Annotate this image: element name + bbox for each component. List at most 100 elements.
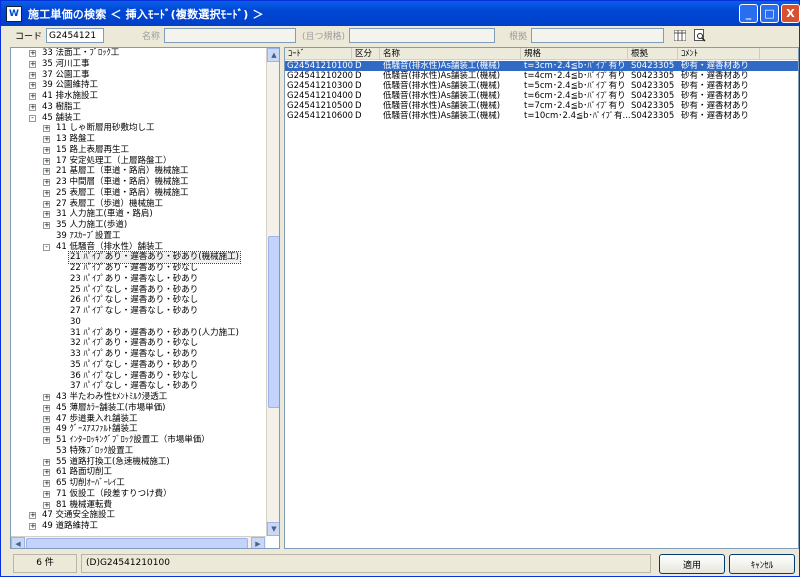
expand-icon[interactable]: +: [43, 157, 50, 165]
tree-scroll-thumb[interactable]: [268, 236, 279, 408]
expand-icon[interactable]: +: [43, 125, 50, 133]
expand-icon[interactable]: +: [43, 426, 50, 434]
results-list[interactable]: ｺｰﾄﾞ 区分 名称 規格 根拠 ｺﾒﾝﾄ G24541210100 D 低騒音(排…: [284, 47, 799, 549]
column-header-basis[interactable]: 根拠: [628, 48, 678, 60]
tree-item-label: 30: [70, 316, 81, 327]
tree-item-label: 35 河川工事: [42, 58, 90, 69]
tree-vertical-scrollbar[interactable]: ▲ ▼: [266, 48, 279, 536]
name-label: 名称: [142, 32, 161, 42]
expand-icon[interactable]: +: [29, 523, 36, 530]
minimize-button[interactable]: _: [739, 4, 758, 23]
expand-icon[interactable]: +: [43, 458, 50, 466]
table-cell: G24541210500: [287, 101, 353, 111]
expand-icon[interactable]: +: [43, 490, 50, 498]
search-toolbar: コード 名称 (且つ規格) 根拠: [3, 26, 799, 45]
column-header-name[interactable]: 名称: [380, 48, 521, 60]
table-cell: 砂有・遅香材あり: [681, 111, 750, 121]
column-header-comment[interactable]: ｺﾒﾝﾄ: [678, 48, 760, 60]
expand-icon[interactable]: +: [29, 103, 36, 111]
collapse-icon[interactable]: -: [29, 114, 36, 122]
spec-input[interactable]: [349, 28, 496, 43]
tree-item-label: 13 路盤工: [56, 134, 96, 144]
column-settings-icon[interactable]: [672, 28, 688, 43]
cancel-button[interactable]: ｷｬﾝｾﾙ: [729, 554, 795, 574]
tree-hscroll-thumb[interactable]: [26, 538, 248, 548]
basis-input[interactable]: [531, 28, 665, 43]
close-button[interactable]: X: [781, 4, 800, 23]
expand-icon[interactable]: +: [43, 211, 50, 219]
table-cell: 低騒音(排水性)As舗装工(機械): [383, 71, 501, 81]
apply-button[interactable]: 適用: [659, 554, 725, 574]
title-bar[interactable]: W 施工単価の検索 ＜ 挿入ﾓｰﾄﾞ(複数選択ﾓｰﾄﾞ) ＞ _ □ X: [1, 1, 800, 26]
tree-item-label: 65 切削ｵｰﾊﾞｰﾚｲ工: [56, 478, 125, 488]
table-cell: t=3cm･2.4≦b･ﾊﾟｲﾌﾟ有り: [524, 61, 626, 71]
expand-icon[interactable]: +: [29, 71, 36, 79]
scroll-up-arrow-icon[interactable]: ▲: [267, 48, 279, 62]
table-row[interactable]: G24541210100 D 低騒音(排水性)As舗装工(機械) t=3cm･2.4≦…: [285, 61, 798, 71]
tree-item-label: 33 法面工・ﾌﾞﾛｯｸ工: [42, 48, 120, 58]
tree-item-label: 11 しゃ断層用砂敷均し工: [56, 123, 155, 134]
scroll-right-arrow-icon[interactable]: ▶: [251, 537, 265, 548]
tree-item-label: 61 路面切削工: [56, 467, 113, 478]
table-cell: 砂有・遅香材あり: [681, 61, 750, 71]
code-input[interactable]: [46, 28, 105, 43]
expand-icon[interactable]: +: [43, 469, 50, 477]
expand-icon[interactable]: +: [29, 512, 36, 520]
table-cell: G24541210100: [287, 61, 353, 71]
column-header-code[interactable]: ｺｰﾄﾞ: [285, 48, 352, 60]
table-row[interactable]: G24541210200 D 低騒音(排水性)As舗装工(機械) t=4cm･2.4≦…: [285, 71, 798, 81]
table-cell: 低騒音(排水性)As舗装工(機械): [383, 111, 501, 121]
expand-icon[interactable]: +: [43, 168, 50, 176]
expand-icon[interactable]: +: [43, 501, 50, 509]
column-header-spec[interactable]: 規格: [521, 48, 628, 60]
expand-icon[interactable]: +: [43, 404, 50, 412]
table-cell: 砂有・遅香材あり: [681, 91, 750, 101]
tree-item-label: 41 排水施設工: [42, 91, 99, 101]
expand-icon[interactable]: +: [43, 189, 50, 197]
table-cell: G24541210600: [287, 111, 353, 121]
expand-icon[interactable]: +: [43, 437, 50, 444]
expand-icon[interactable]: +: [29, 82, 36, 90]
expand-icon[interactable]: +: [29, 60, 36, 68]
list-header: ｺｰﾄﾞ 区分 名称 規格 根拠 ｺﾒﾝﾄ: [285, 48, 798, 60]
spec-label: (且つ規格): [302, 32, 346, 42]
table-cell: S0423305: [631, 101, 675, 111]
name-input[interactable]: [164, 28, 297, 43]
table-cell: 砂有・遅香材あり: [681, 101, 750, 111]
table-row[interactable]: G24541210300 D 低騒音(排水性)As舗装工(機械) t=5cm･2.4≦…: [285, 81, 798, 91]
scroll-down-arrow-icon[interactable]: ▼: [267, 522, 279, 536]
tree-item-label: 47 歩道乗入れ舗装工: [56, 413, 138, 424]
expand-icon[interactable]: +: [43, 394, 50, 401]
expand-icon[interactable]: +: [43, 179, 50, 186]
tree-item-label: 51 ｲﾝﾀｰﾛｯｷﾝｸﾞﾌﾞﾛｯｸ設置工（市場単価）: [56, 435, 210, 445]
expand-icon[interactable]: +: [43, 146, 50, 154]
tree-item-label: 47 交通安全施設工: [42, 510, 116, 521]
table-row[interactable]: G24541210500 D 低騒音(排水性)As舗装工(機械) t=7cm･2.4≦…: [285, 101, 798, 111]
scroll-left-arrow-icon[interactable]: ◀: [11, 537, 25, 548]
table-cell: G24541210400: [287, 91, 353, 101]
column-header-category[interactable]: 区分: [352, 48, 380, 60]
status-bar: 6 件 (D)G24541210100 適用 ｷｬﾝｾﾙ: [3, 553, 799, 575]
category-tree[interactable]: +33 法面工・ﾌﾞﾛｯｸ工 +35 河川工事 +37 公園工事 +39 公園維持工 +…: [10, 47, 280, 549]
expand-icon[interactable]: +: [29, 93, 36, 100]
expand-icon[interactable]: +: [43, 415, 50, 423]
expand-icon[interactable]: +: [43, 222, 50, 229]
preview-search-icon[interactable]: [692, 28, 708, 43]
collapse-icon[interactable]: -: [43, 243, 50, 251]
table-row[interactable]: G24541210400 D 低騒音(排水性)As舗装工(機械) t=6cm･2.4≦…: [285, 91, 798, 101]
expand-icon[interactable]: +: [43, 200, 50, 208]
table-cell: G24541210200: [287, 71, 353, 81]
table-cell: D: [355, 111, 362, 121]
table-cell: t=10cm･2.4≦b･ﾊﾟｲﾌﾟ有...: [524, 111, 630, 121]
expand-icon[interactable]: +: [43, 480, 50, 487]
expand-icon[interactable]: +: [29, 50, 36, 57]
table-cell: G24541210300: [287, 81, 353, 91]
table-cell: D: [355, 61, 362, 71]
dialog-window: W 施工単価の検索 ＜ 挿入ﾓｰﾄﾞ(複数選択ﾓｰﾄﾞ) ＞ _ □ X コード…: [0, 0, 800, 577]
tree-item-label: 39 ｱｽｶｰﾌﾞ設置工: [56, 230, 121, 241]
table-cell: D: [355, 81, 362, 91]
expand-icon[interactable]: +: [43, 136, 50, 143]
table-row[interactable]: G24541210600 D 低騒音(排水性)As舗装工(機械) t=10cm･2.4…: [285, 111, 798, 121]
tree-horizontal-scrollbar[interactable]: ◀ ▶: [11, 536, 266, 548]
maximize-button[interactable]: □: [760, 4, 779, 23]
